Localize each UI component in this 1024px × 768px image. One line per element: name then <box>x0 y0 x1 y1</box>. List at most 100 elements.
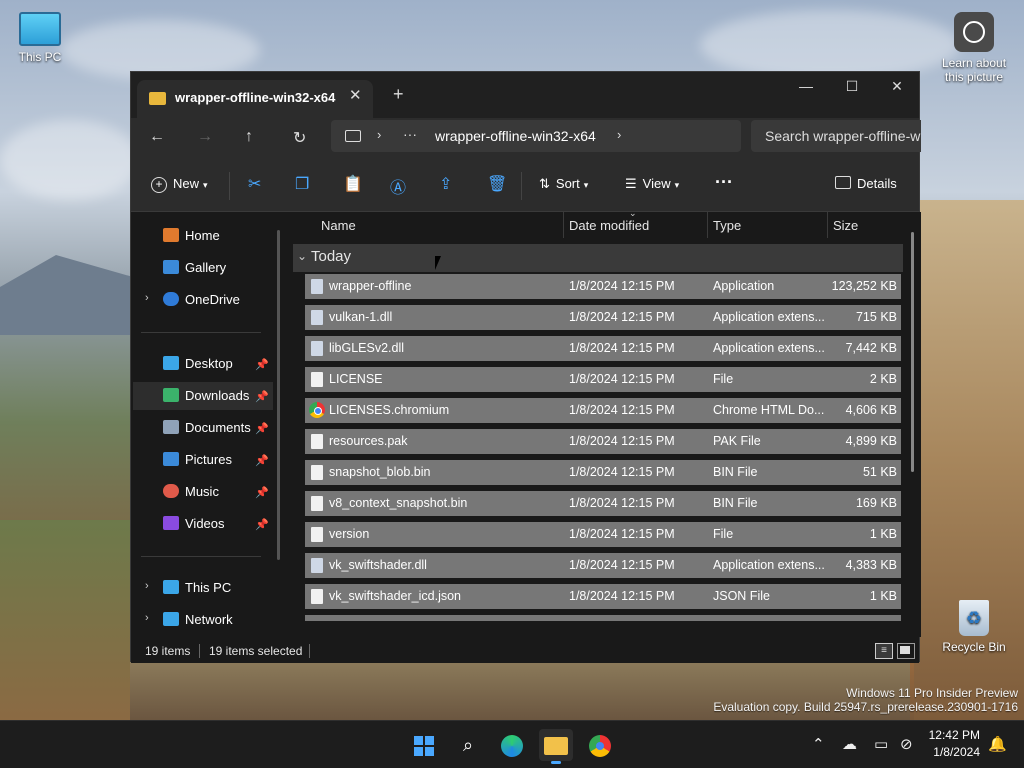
sidebar-item-network[interactable]: Network <box>163 606 233 634</box>
file-name: LICENSE <box>329 372 383 386</box>
desktop-icon-this-pc[interactable]: This PC <box>0 12 80 64</box>
table-row[interactable]: wrapper-offline 1/8/2024 12:15 PM Applic… <box>305 274 901 299</box>
new-tab-button[interactable]: + <box>393 84 404 105</box>
minimize-button[interactable]: — <box>786 78 826 94</box>
sidebar-item-gallery[interactable]: Gallery <box>163 254 226 282</box>
file-date: 1/8/2024 12:15 PM <box>569 310 675 324</box>
sidebar-item-desktop[interactable]: Desktop <box>163 350 233 378</box>
sidebar-item-music[interactable]: Music <box>163 478 219 506</box>
more-options-button[interactable]: ··· <box>715 172 733 193</box>
table-row[interactable]: vulkan-1.dll 1/8/2024 12:15 PM Applicati… <box>305 305 901 330</box>
share-button[interactable]: ⇪ <box>439 174 452 194</box>
onedrive-tray-icon[interactable]: ☁ <box>842 735 857 753</box>
column-divider[interactable] <box>827 212 828 238</box>
notifications-button[interactable]: 🔔 <box>988 735 1007 753</box>
up-button[interactable]: ↑ <box>245 128 253 146</box>
address-ellipsis[interactable]: ··· <box>403 126 417 142</box>
group-header-today[interactable]: ⌄ Today <box>293 244 903 272</box>
sort-button[interactable]: ⇅ Sort ▾ <box>539 176 588 192</box>
bell-icon: 🔔 <box>988 736 1007 753</box>
chevron-right-icon[interactable]: › <box>145 612 149 624</box>
divider <box>309 644 310 658</box>
edge-button[interactable] <box>495 729 529 761</box>
search-input[interactable]: Search wrapper-offline-w <box>765 128 920 144</box>
delete-button[interactable]: 🗑 <box>487 174 507 194</box>
search-box[interactable]: Search wrapper-offline-w <box>751 120 921 152</box>
column-header-type[interactable]: Type <box>713 218 741 233</box>
file-icon <box>311 527 323 542</box>
rename-button[interactable]: Ⓐ <box>390 174 406 198</box>
table-row[interactable]: resources.pak 1/8/2024 12:15 PM PAK File… <box>305 429 901 454</box>
search-button[interactable]: ⌕ <box>451 729 485 761</box>
details-button[interactable]: Details <box>835 176 897 191</box>
table-row[interactable]: vk_swiftshader_icd.json 1/8/2024 12:15 P… <box>305 584 901 609</box>
table-row[interactable]: version 1/8/2024 12:15 PM File 1 KB <box>305 522 901 547</box>
back-button[interactable]: ← <box>149 128 165 146</box>
column-header-name[interactable]: Name <box>321 218 356 233</box>
table-row[interactable]: vk_swiftshader.dll 1/8/2024 12:15 PM App… <box>305 553 901 578</box>
sidebar-item-pictures[interactable]: Pictures <box>163 446 232 474</box>
tab-close-button[interactable]: ✕ <box>349 86 362 104</box>
refresh-button[interactable]: ↻ <box>293 128 306 148</box>
column-divider[interactable] <box>563 212 564 238</box>
trash-icon: 🗑 <box>487 176 508 193</box>
sidebar-item-videos[interactable]: Videos <box>163 510 225 538</box>
file-date: 1/8/2024 12:15 PM <box>569 434 675 448</box>
downloads-icon <box>163 388 179 402</box>
dll-icon <box>311 558 323 573</box>
sidebar-item-this-pc[interactable]: This PC <box>163 574 231 602</box>
column-header-size[interactable]: Size <box>833 218 858 233</box>
sidebar-item-onedrive[interactable]: OneDrive <box>163 286 240 314</box>
chrome-button[interactable] <box>583 729 617 761</box>
sidebar-item-documents[interactable]: Documents <box>163 414 251 442</box>
file-size: 169 KB <box>855 496 897 510</box>
file-size: 7,442 KB <box>845 341 897 355</box>
navigation-pane: Home Gallery › OneDrive Desktop 📌 Downlo… <box>131 212 289 637</box>
clock[interactable]: 12:42 PM 1/8/2024 <box>929 727 980 761</box>
column-header-date[interactable]: Date modified <box>569 218 649 233</box>
file-name: version <box>329 527 370 541</box>
table-row[interactable]: libGLESv2.dll 1/8/2024 12:15 PM Applicat… <box>305 336 901 361</box>
tiles-view-button[interactable] <box>897 643 915 659</box>
show-hidden-icons-button[interactable]: ⌃ <box>812 735 825 753</box>
copy-button[interactable]: ❐ <box>295 174 309 194</box>
table-row-partial[interactable] <box>305 615 901 621</box>
paste-button[interactable]: 📋 <box>343 174 363 194</box>
table-row[interactable]: v8_context_snapshot.bin 1/8/2024 12:15 P… <box>305 491 901 516</box>
desktop-icon-learn-about-picture[interactable]: Learn about this picture <box>934 12 1014 84</box>
table-row[interactable]: LICENSES.chromium 1/8/2024 12:15 PM Chro… <box>305 398 901 423</box>
new-button[interactable]: + New ▾ <box>151 176 208 193</box>
network-tray-icon[interactable]: ▭ <box>874 735 888 753</box>
chevron-right-icon[interactable]: › <box>145 580 149 592</box>
view-button[interactable]: ☰ View ▾ <box>625 176 679 192</box>
maximize-button[interactable]: ☐ <box>832 78 872 95</box>
forward-button[interactable]: → <box>197 128 213 146</box>
file-explorer-button[interactable] <box>539 729 573 764</box>
vertical-scrollbar[interactable] <box>911 232 914 472</box>
chevron-right-icon[interactable]: › <box>145 292 149 304</box>
sidebar-scrollbar[interactable] <box>277 230 280 560</box>
start-button[interactable] <box>407 729 441 761</box>
file-name: wrapper-offline <box>329 279 412 293</box>
desktop-icon-recycle-bin[interactable]: ♻ Recycle Bin <box>934 600 1014 654</box>
file-name: libGLESv2.dll <box>329 341 405 355</box>
column-divider[interactable] <box>707 212 708 238</box>
title-bar[interactable]: wrapper-offline-win32-x64 ✕ + — ☐ ✕ <box>131 72 919 118</box>
table-row[interactable]: snapshot_blob.bin 1/8/2024 12:15 PM BIN … <box>305 460 901 485</box>
chevron-right-icon[interactable]: › <box>617 127 621 142</box>
details-view-button[interactable]: ≡ <box>875 643 893 659</box>
address-bar[interactable]: › ··· wrapper-offline-win32-x64 › <box>331 120 741 152</box>
file-type: BIN File <box>713 465 758 479</box>
close-button[interactable]: ✕ <box>877 78 917 95</box>
sidebar-item-home[interactable]: Home <box>163 222 220 250</box>
tab-active[interactable]: wrapper-offline-win32-x64 ✕ <box>137 80 373 118</box>
file-type: BIN File <box>713 496 758 510</box>
gallery-icon <box>163 260 179 274</box>
table-row[interactable]: LICENSE 1/8/2024 12:15 PM File 2 KB <box>305 367 901 392</box>
address-path[interactable]: wrapper-offline-win32-x64 <box>435 128 596 144</box>
volume-tray-icon[interactable]: ⊘ <box>900 735 913 753</box>
cut-button[interactable]: ✂ <box>248 174 261 194</box>
sidebar-item-downloads[interactable]: Downloads <box>133 382 273 410</box>
sidebar-item-label: Downloads <box>185 388 250 403</box>
file-date: 1/8/2024 12:15 PM <box>569 527 675 541</box>
